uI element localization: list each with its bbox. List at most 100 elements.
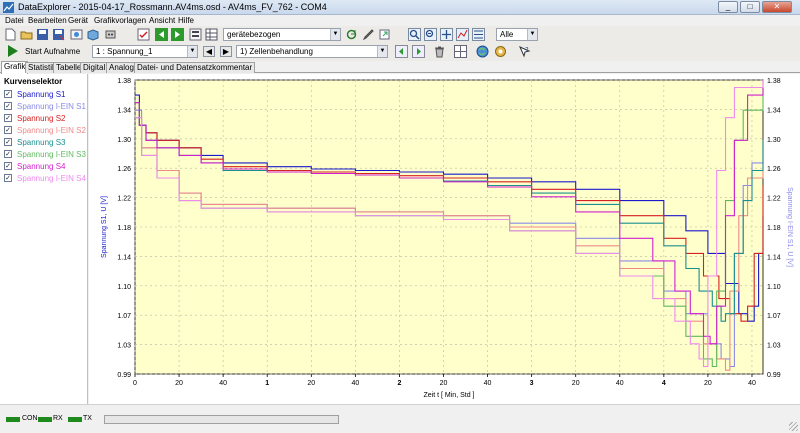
curve-checkbox[interactable]: ✓ — [4, 138, 12, 146]
y-axis-label-left: Spannung S1, U [V] — [101, 196, 108, 258]
curve-checkbox[interactable]: ✓ — [4, 114, 12, 122]
toolbar-record: Start Aufnahme 1 : Spannung_1 ▼ ◀ ▶ 1) Z… — [0, 43, 800, 61]
title-bar: DataExplorer - 2015-04-17_Rossmann.AV4ms… — [0, 0, 800, 15]
next-record-button[interactable]: ▶ — [220, 46, 232, 57]
tx-label: TX — [83, 415, 92, 422]
y-tick-label-left: 1.38 — [117, 78, 131, 85]
port-icon[interactable] — [104, 28, 117, 41]
play-icon — [8, 45, 18, 57]
minimize-button[interactable]: _ — [718, 1, 738, 13]
help-icon[interactable]: ? — [518, 45, 531, 58]
curve-checkbox[interactable]: ✓ — [4, 126, 12, 134]
globe-icon[interactable] — [476, 45, 489, 58]
filter-select[interactable]: Alle ▼ — [496, 28, 538, 41]
mode-select[interactable]: gerätebezogen ▼ — [223, 28, 341, 41]
y-tick-label-left: 1.10 — [117, 284, 131, 291]
y-tick-label-left: 1.22 — [117, 196, 131, 203]
x-tick-label: 20 — [704, 380, 712, 387]
y-tick-label-left: 1.14 — [117, 254, 131, 261]
menu-datei[interactable]: Datei — [5, 16, 24, 25]
x-tick-label: 40 — [351, 380, 359, 387]
device-settings-icon[interactable] — [70, 28, 83, 41]
chart-area[interactable]: 0.99 0.99 1.03 1.03 1.07 1.07 1.10 1.10 1.14 1.14… — [89, 74, 800, 404]
curve-selector-item[interactable]: ✓ Spannung I-EIN S2 — [4, 125, 88, 136]
filter-select-value: Alle — [500, 30, 514, 39]
tx-led-icon — [68, 417, 82, 422]
data-table-icon[interactable] — [205, 28, 218, 41]
window-title: DataExplorer - 2015-04-17_Rossmann.AV4ms… — [18, 2, 327, 12]
back-arrow-icon[interactable] — [155, 28, 168, 41]
check-list-icon[interactable] — [137, 28, 150, 41]
zoom-icon[interactable] — [408, 28, 421, 41]
last-record-icon[interactable] — [412, 45, 425, 58]
close-button[interactable]: ✕ — [762, 1, 792, 13]
start-recording-button[interactable]: Start Aufnahme — [5, 44, 83, 59]
menu-hilfe[interactable]: Hilfe — [178, 16, 194, 25]
y-tick-label-right: 1.10 — [767, 284, 781, 291]
resize-grip-icon[interactable] — [789, 422, 798, 431]
tab-digital[interactable]: Digital — [80, 62, 109, 73]
curve-selector-item[interactable]: ✓ Spannung I-EIN S1 — [4, 101, 88, 112]
fit-icon[interactable] — [456, 28, 469, 41]
forward-arrow-icon[interactable] — [171, 28, 184, 41]
new-file-icon[interactable] — [4, 28, 17, 41]
gear-icon[interactable] — [494, 45, 507, 58]
curve-checkbox[interactable]: ✓ — [4, 162, 12, 170]
curve-selector-item[interactable]: ✓ Spannung S3 — [4, 137, 88, 148]
curve-checkbox[interactable]: ✓ — [4, 102, 12, 110]
curve-selector-item[interactable]: ✓ Spannung S2 — [4, 113, 88, 124]
pan-icon[interactable] — [440, 28, 453, 41]
y-tick-label-right: 1.07 — [767, 313, 781, 320]
device-cube-icon[interactable] — [86, 28, 99, 41]
record-view-icon[interactable] — [189, 28, 202, 41]
y-tick-label-right: 1.14 — [767, 254, 781, 261]
con-label: CON — [22, 415, 38, 422]
record-select[interactable]: 1) Zellenbehandlung ▼ — [236, 45, 388, 58]
curve-label: Spannung S1 — [17, 90, 66, 99]
edit-pen-icon[interactable] — [362, 28, 375, 41]
y-axis-label-right: Spannung I-EIN S1, U [V] — [786, 187, 793, 267]
scale-icon[interactable] — [472, 28, 485, 41]
curve-label: Spannung I-EIN S4 — [17, 174, 86, 183]
curve-selector-item[interactable]: ✓ Spannung S4 — [4, 161, 88, 172]
zoom-out-icon[interactable] — [424, 28, 437, 41]
curve-selector: Kurvenselektor ✓ Spannung S1 ✓ Spannung I-E… — [0, 74, 88, 404]
curve-checkbox[interactable]: ✓ — [4, 90, 12, 98]
open-folder-icon[interactable] — [20, 28, 33, 41]
record-grid-icon[interactable] — [454, 45, 467, 58]
menu-ansicht[interactable]: Ansicht — [149, 16, 175, 25]
tab-datei-kommentar[interactable]: Datei- und Datensatzkommentar — [134, 62, 256, 73]
start-recording-label: Start Aufnahme — [25, 47, 81, 56]
save-as-icon[interactable] — [52, 28, 65, 41]
y-tick-label-left: 1.30 — [117, 137, 131, 144]
curve-label: Spannung I-EIN S3 — [17, 150, 86, 159]
app-window: DataExplorer - 2015-04-17_Rossmann.AV4ms… — [0, 0, 800, 433]
export-icon[interactable] — [378, 28, 391, 41]
curve-selector-item[interactable]: ✓ Spannung I-EIN S4 — [4, 173, 88, 184]
y-tick-label-right: 1.22 — [767, 196, 781, 203]
x-tick-label: 20 — [307, 380, 315, 387]
x-tick-label: 20 — [440, 380, 448, 387]
curve-checkbox[interactable]: ✓ — [4, 174, 12, 182]
curve-label: Spannung I-EIN S2 — [17, 126, 86, 135]
y-tick-label-left: 1.18 — [117, 225, 131, 232]
curve-label: Spannung S2 — [17, 114, 66, 123]
chevron-down-icon: ▼ — [330, 29, 340, 40]
save-icon[interactable] — [36, 28, 49, 41]
tab-analog[interactable]: Analog — [106, 62, 137, 73]
delete-icon[interactable] — [433, 45, 446, 58]
channel-select[interactable]: 1 : Spannung_1 ▼ — [92, 45, 198, 58]
curve-selector-item[interactable]: ✓ Spannung I-EIN S3 — [4, 149, 88, 160]
curve-selector-item[interactable]: ✓ Spannung S1 — [4, 89, 88, 100]
previous-record-button[interactable]: ◀ — [203, 46, 215, 57]
curve-label: Spannung S3 — [17, 138, 66, 147]
x-tick-label: 0 — [133, 380, 137, 387]
menu-geraet[interactable]: Gerät — [68, 16, 88, 25]
menu-bearbeiten[interactable]: Bearbeiten — [28, 16, 67, 25]
refresh-icon[interactable] — [345, 28, 358, 41]
maximize-button[interactable]: □ — [740, 1, 760, 13]
first-record-icon[interactable] — [395, 45, 408, 58]
menu-grafikvorlagen[interactable]: Grafikvorlagen — [94, 16, 146, 25]
menu-bar: Datei Bearbeiten Gerät Grafikvorlagen An… — [0, 15, 800, 26]
curve-checkbox[interactable]: ✓ — [4, 150, 12, 158]
